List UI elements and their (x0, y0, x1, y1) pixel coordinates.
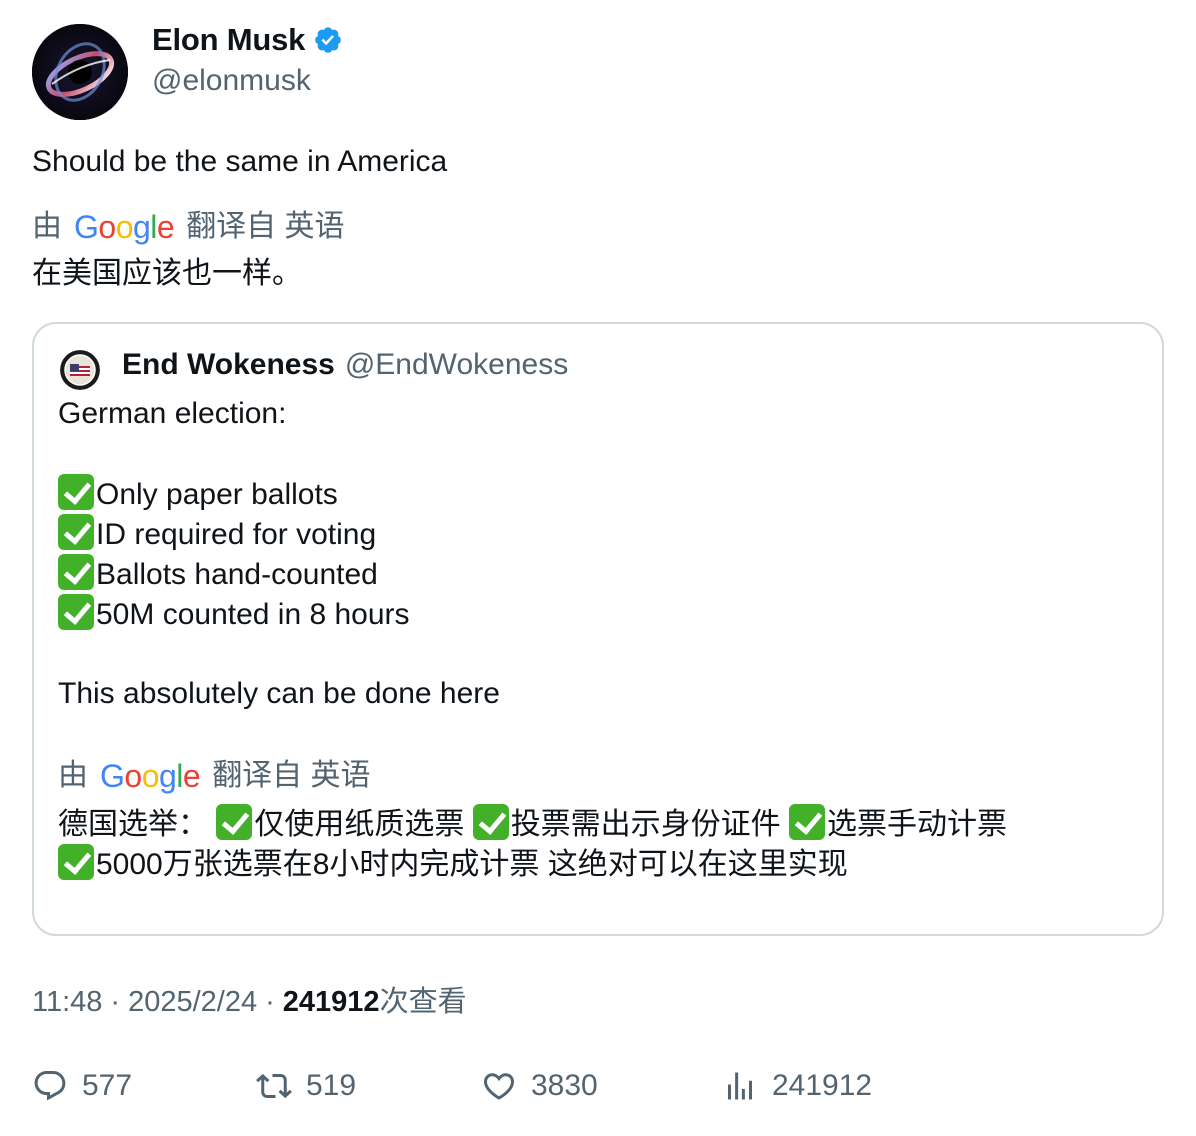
like-count: 3830 (531, 1069, 598, 1102)
quoted-line-text: ID required for voting (96, 518, 377, 551)
quoted-tweet-text: German election: Only paper ballots ID r… (58, 394, 1138, 714)
retweet-count: 519 (306, 1069, 357, 1102)
translated-segment: 德国选举： (58, 808, 208, 841)
quoted-line-text: Ballots hand-counted (96, 558, 378, 591)
quoted-handle[interactable]: @EndWokeness (345, 344, 568, 386)
blackhole-avatar-icon (32, 24, 128, 120)
like-button[interactable]: 3830 (481, 1068, 598, 1104)
heart-icon (483, 1073, 515, 1100)
tweet-date[interactable]: 2025/2/24 (128, 982, 257, 1022)
check-mark-icon (216, 804, 253, 840)
analytics-icon (728, 1072, 752, 1100)
translated-by-suffix: 翻译自 英语 (186, 210, 345, 243)
quoted-translated-line: 5000万张选票在8小时内完成计票 这绝对可以在这里实现 (58, 844, 1148, 884)
translated-segment: 选票手动计票 (827, 808, 1008, 841)
retweet-icon (256, 1073, 292, 1099)
views-count: 241912 (282, 986, 380, 1018)
translated-segment: 投票需出示身份证件 (510, 808, 781, 841)
quoted-line: Ballots hand-counted (58, 554, 1138, 594)
tweet-page: Elon Musk @elonmusk Should be the same i… (0, 0, 1196, 1136)
quoted-line: 50M counted in 8 hours (58, 594, 1138, 634)
check-mark-icon (789, 804, 826, 840)
quoted-translated-text: 德国选举： 仅使用纸质选票 投票需出示身份证件 选票手动计票 5000万张选票在… (58, 804, 1148, 884)
tweet-meta: 11:48 · 2025/2/24 · 241912 次查看 (32, 982, 467, 1022)
quoted-display-name[interactable]: End Wokeness (122, 344, 335, 386)
views-button[interactable]: 241912 (722, 1068, 872, 1104)
author-display-name[interactable]: Elon Musk (152, 22, 305, 58)
author-avatar[interactable] (32, 24, 128, 120)
views-action-count: 241912 (772, 1069, 873, 1102)
quoted-line: German election: (58, 397, 287, 430)
translated-segment: 5000万张选票在8小时内完成计票 这绝对可以在这里实现 (96, 848, 848, 881)
translated-segment: 仅使用纸质选票 (254, 808, 465, 841)
tweet-text: Should be the same in America (32, 145, 448, 178)
check-mark-icon (58, 844, 94, 880)
quoted-author-row: End Wokeness @EndWokeness (122, 344, 568, 386)
check-mark-icon (58, 554, 94, 590)
quoted-tweet-card[interactable]: End Wokeness @EndWokeness German electio… (32, 322, 1164, 936)
quoted-line-text: 50M counted in 8 hours (96, 598, 410, 631)
retweet-button[interactable]: 519 (256, 1068, 356, 1104)
end-wokeness-avatar-icon (60, 350, 100, 390)
author-name-row: Elon Musk (152, 22, 343, 58)
google-logo: Google (74, 209, 175, 245)
action-bar: 577 519 3830 241912 (32, 1068, 1164, 1112)
quoted-author-avatar[interactable] (60, 350, 100, 390)
quoted-translation-attribution[interactable]: 由 Google 翻译自 英语 (58, 756, 371, 796)
quoted-line: Only paper ballots (58, 474, 1138, 514)
author-handle[interactable]: @elonmusk (152, 64, 311, 98)
quoted-line: ID required for voting (58, 514, 1138, 554)
translated-by-prefix: 由 (58, 759, 88, 792)
check-mark-icon (58, 594, 94, 630)
check-mark-icon (472, 804, 509, 840)
quoted-translated-line: 德国选举： 仅使用纸质选票 投票需出示身份证件 选票手动计票 (58, 804, 1148, 844)
views-label: 次查看 (379, 986, 467, 1018)
meta-separator: · (110, 986, 121, 1018)
tweet-time[interactable]: 11:48 (32, 982, 102, 1022)
translated-tweet-text: 在美国应该也一样。 (32, 257, 302, 290)
google-logo: Google (100, 758, 201, 794)
reply-icon (34, 1071, 66, 1101)
verified-badge-icon[interactable] (313, 25, 343, 55)
quoted-line-text: Only paper ballots (96, 478, 338, 511)
quoted-line: This absolutely can be done here (58, 677, 500, 710)
translated-by-prefix: 由 (32, 210, 62, 243)
check-mark-icon (58, 474, 94, 510)
translation-attribution[interactable]: 由 Google 翻译自 英语 (32, 207, 345, 247)
reply-button[interactable]: 577 (32, 1068, 132, 1104)
translated-by-suffix: 翻译自 英语 (212, 759, 371, 792)
meta-separator: · (265, 986, 275, 1018)
check-mark-icon (58, 514, 94, 550)
reply-count: 577 (82, 1069, 133, 1102)
